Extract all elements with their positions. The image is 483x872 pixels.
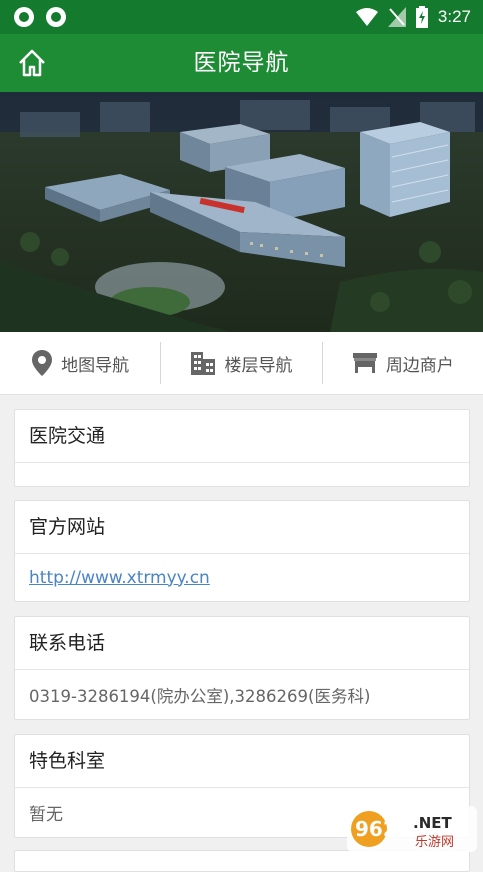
section-title: 联系电话 bbox=[15, 617, 469, 670]
section-title: 特色科室 bbox=[15, 735, 469, 788]
traffic-section: 医院交通 bbox=[14, 409, 470, 487]
battery-icon bbox=[415, 6, 428, 28]
map-navigation-button[interactable]: 地图导航 bbox=[0, 332, 160, 394]
phone-section: 联系电话 0319-3286194(院办公室),3286269(医务科) bbox=[14, 616, 470, 720]
status-bar: 3:27 bbox=[0, 0, 483, 34]
website-link[interactable]: http://www.xtrmyy.cn bbox=[29, 568, 210, 588]
app-bar: 医院导航 bbox=[0, 34, 483, 92]
notification-icon bbox=[14, 7, 34, 27]
store-icon bbox=[352, 353, 377, 373]
signal-icon bbox=[387, 7, 406, 27]
section-title: 医院交通 bbox=[15, 410, 469, 463]
floor-navigation-label: 楼层导航 bbox=[224, 355, 293, 376]
next-section bbox=[14, 850, 470, 872]
building-icon bbox=[191, 352, 216, 375]
notification-icon bbox=[46, 7, 66, 27]
website-section: 官方网站 http://www.xtrmyy.cn bbox=[14, 500, 470, 602]
phone-numbers[interactable]: 0319-3286194(院办公室),3286269(医务科) bbox=[15, 670, 469, 719]
watermark-text-number: 962 bbox=[355, 817, 397, 841]
hospital-banner-image bbox=[0, 92, 483, 332]
watermark-text-net: .NET bbox=[413, 814, 452, 832]
wifi-icon bbox=[355, 8, 378, 26]
nearby-merchants-label: 周边商户 bbox=[385, 355, 454, 376]
watermark-text-site: 乐游网 bbox=[415, 835, 454, 850]
watermark-logo: 962 .NET 乐游网 bbox=[347, 806, 477, 852]
map-navigation-label: 地图导航 bbox=[61, 355, 130, 376]
section-content bbox=[15, 463, 469, 486]
section-title: 官方网站 bbox=[15, 501, 469, 554]
floor-navigation-button[interactable]: 楼层导航 bbox=[161, 332, 321, 394]
status-time: 3:27 bbox=[437, 7, 471, 26]
nearby-merchants-button[interactable]: 周边商户 bbox=[323, 332, 483, 394]
location-pin-icon bbox=[32, 350, 53, 376]
page-title: 医院导航 bbox=[193, 50, 290, 76]
navigation-options: 地图导航 楼层导航 周边商户 bbox=[0, 332, 483, 395]
